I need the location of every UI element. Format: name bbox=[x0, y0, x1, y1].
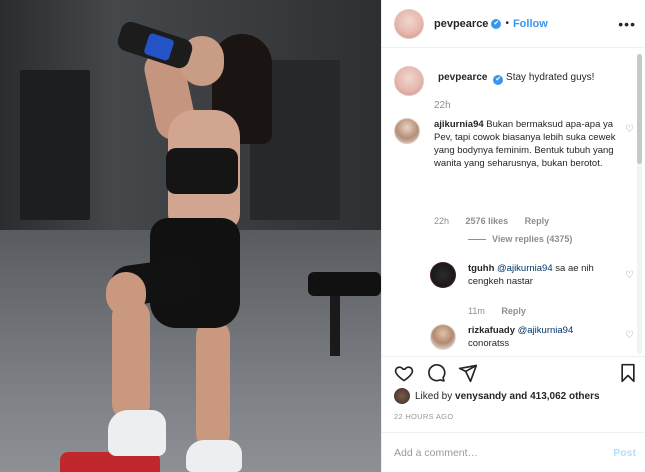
comment-input[interactable]: Add a comment… bbox=[394, 447, 478, 459]
person-leg-right bbox=[196, 320, 230, 450]
follow-button[interactable]: Follow bbox=[513, 18, 548, 30]
scrollbar-thumb[interactable] bbox=[637, 54, 642, 164]
caption: pevpearce ✔ Stay hydrated guys! bbox=[394, 66, 594, 96]
comment-like-heart-icon[interactable]: ♡ bbox=[625, 124, 634, 135]
reply-time: 11m bbox=[468, 306, 485, 316]
person-shin bbox=[112, 300, 150, 420]
gym-bench-leg bbox=[330, 296, 340, 356]
avatar[interactable] bbox=[394, 388, 410, 404]
comment-meta: 22h 2576 likes Reply bbox=[434, 216, 549, 226]
comment-likes[interactable]: 2576 likes bbox=[466, 216, 509, 226]
comment-icon[interactable] bbox=[426, 363, 446, 383]
reply-username[interactable]: tguhh bbox=[468, 263, 494, 274]
gym-machine bbox=[20, 70, 90, 220]
username[interactable]: pevpearce bbox=[434, 18, 488, 30]
reply-mention[interactable]: @ajikurnia94 bbox=[518, 325, 574, 336]
post-header: pevpearce ✔ • Follow ••• bbox=[382, 0, 645, 48]
reply-username[interactable]: rizkafuady bbox=[468, 325, 515, 336]
likes-user[interactable]: venysandy bbox=[455, 391, 507, 402]
share-icon[interactable] bbox=[458, 363, 478, 383]
person-knee bbox=[106, 272, 146, 316]
comment-time: 22h bbox=[434, 216, 450, 226]
reply-comment: rizkafuady @ajikurnia94 conoratss bbox=[430, 324, 598, 350]
avatar[interactable] bbox=[394, 8, 424, 39]
comment: ajikurnia94 Bukan bermaksud apa-apa ya P… bbox=[394, 118, 618, 170]
reply-comment: tguhh @ajikurnia94 sa ae nih cengkeh nas… bbox=[430, 262, 598, 288]
avatar[interactable] bbox=[394, 66, 424, 96]
verified-badge-icon: ✔ bbox=[491, 18, 502, 29]
reply-button[interactable]: Reply bbox=[501, 306, 526, 316]
verified-badge-icon: ✔ bbox=[493, 75, 504, 85]
sneaker-left bbox=[108, 410, 166, 456]
post-timestamp[interactable]: 22 HOURS AGO bbox=[394, 412, 453, 421]
likes-summary: Liked by venysandy and 413,062 others bbox=[394, 388, 600, 404]
post-comment-button[interactable]: Post bbox=[613, 447, 636, 459]
likes-prefix: Liked by bbox=[415, 390, 453, 402]
post-photo[interactable] bbox=[0, 0, 381, 472]
avatar[interactable] bbox=[394, 118, 420, 144]
caption-text: Stay hydrated guys! bbox=[506, 72, 595, 83]
reply-like-heart-icon[interactable]: ♡ bbox=[625, 270, 634, 281]
separator-dot: • bbox=[505, 18, 509, 29]
gym-bench bbox=[308, 272, 381, 296]
bookmark-icon[interactable] bbox=[618, 363, 638, 383]
view-replies-link[interactable]: View replies (4375) bbox=[468, 234, 572, 244]
post-side-panel: pevpearce ✔ • Follow ••• pevpearce ✔ Sta… bbox=[381, 0, 645, 472]
comment-username[interactable]: ajikurnia94 bbox=[434, 119, 484, 130]
reply-meta: 11m Reply bbox=[468, 306, 526, 316]
comments-list[interactable]: pevpearce ✔ Stay hydrated guys! 22h ajik… bbox=[382, 48, 645, 356]
heart-icon[interactable] bbox=[394, 363, 414, 383]
caption-username[interactable]: pevpearce bbox=[438, 72, 487, 83]
reply-like-heart-icon[interactable]: ♡ bbox=[625, 330, 634, 341]
reply-button[interactable]: Reply bbox=[525, 216, 550, 226]
avatar[interactable] bbox=[430, 262, 456, 288]
more-options-icon[interactable]: ••• bbox=[618, 16, 636, 32]
action-bar bbox=[382, 356, 645, 386]
sneaker-right bbox=[186, 440, 242, 472]
reply-mention[interactable]: @ajikurnia94 bbox=[497, 263, 553, 274]
likes-others[interactable]: and 413,062 others bbox=[510, 391, 600, 402]
avatar[interactable] bbox=[430, 324, 456, 350]
reply-text: conoratss bbox=[468, 338, 510, 349]
add-comment-bar: Add a comment… Post bbox=[382, 432, 645, 472]
sports-bra bbox=[166, 148, 238, 194]
caption-time: 22h bbox=[434, 100, 451, 111]
comments-scrollbar[interactable] bbox=[637, 54, 642, 354]
